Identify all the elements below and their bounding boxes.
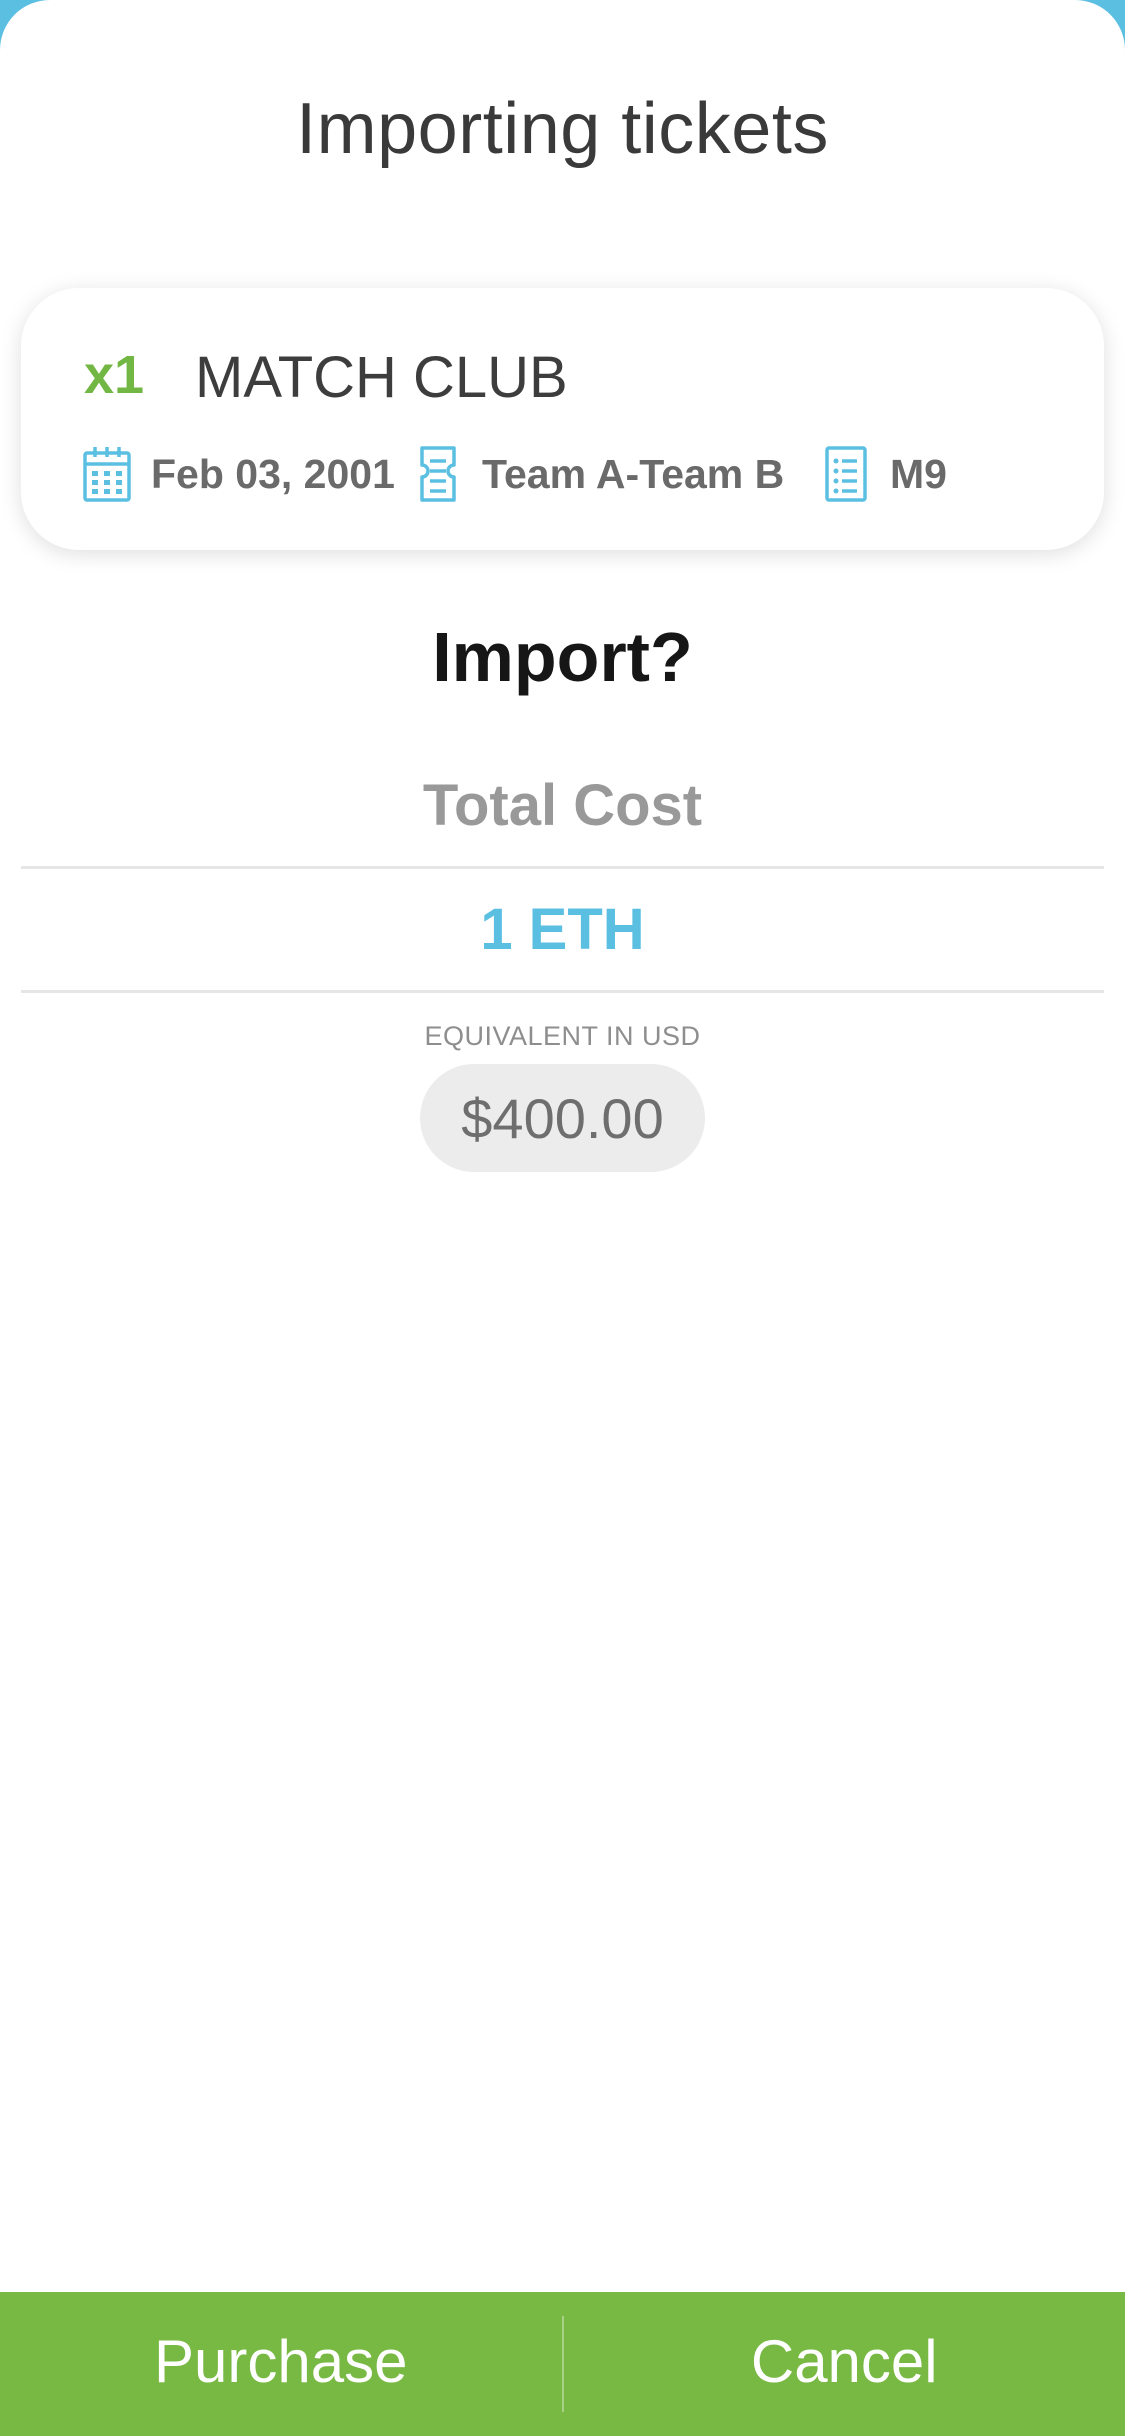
ticket-teams: Team A-Team B [413, 444, 784, 504]
usd-value-badge: $400.00 [420, 1064, 705, 1172]
total-cost-label: Total Cost [422, 773, 703, 838]
event-name: MATCH CLUB [195, 345, 568, 410]
cancel-button[interactable]: Cancel [564, 2292, 1125, 2436]
ticket-teams-text: Team A-Team B [482, 450, 785, 497]
total-cost-amount: 1 ETH [480, 897, 645, 962]
ticket-match-text: M9 [890, 450, 947, 497]
ticket-match: M9 [821, 444, 947, 504]
calendar-icon [82, 445, 132, 503]
ticket-card: x1 MATCH CLUB Feb 03, 2001 Team A-Team B… [21, 288, 1104, 550]
action-bar: Purchase Cancel [0, 2292, 1125, 2436]
purchase-button[interactable]: Purchase [0, 2292, 562, 2436]
divider [21, 990, 1104, 993]
ticket-quantity: x1 [84, 345, 145, 405]
ticket-date-text: Feb 03, 2001 [151, 450, 395, 497]
ticket-icon [413, 445, 463, 503]
list-document-icon [821, 445, 871, 503]
equivalent-usd-label: EQUIVALENT IN USD [424, 1021, 701, 1051]
page-title: Importing tickets [296, 89, 829, 169]
import-sheet: Importing tickets x1 MATCH CLUB Feb 03, … [0, 0, 1125, 2436]
divider [21, 866, 1104, 869]
import-question: Import? [432, 618, 693, 696]
ticket-date: Feb 03, 2001 [82, 444, 395, 504]
